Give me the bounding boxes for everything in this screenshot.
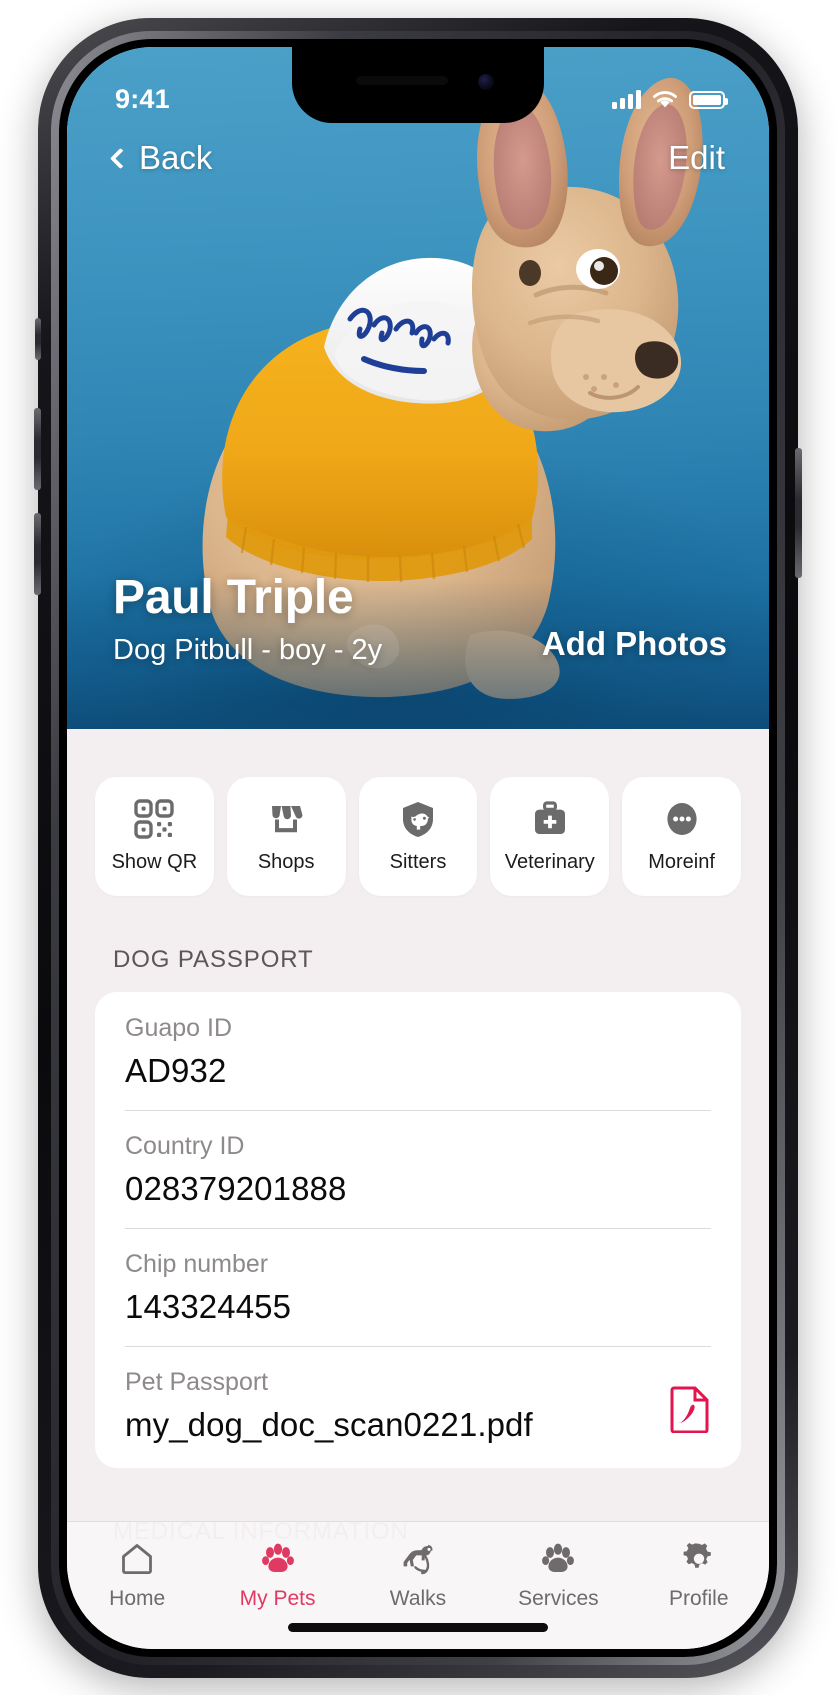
device-notch	[292, 46, 544, 123]
gear-icon	[681, 1539, 717, 1579]
tab-label: Profile	[668, 1586, 729, 1610]
quick-action-sitters[interactable]: Sitters	[358, 776, 478, 896]
tab-label: Services	[518, 1586, 599, 1610]
field-value: AD932	[125, 1051, 227, 1089]
paw-gear-icon	[540, 1539, 576, 1579]
quick-action-label: Show QR	[111, 851, 198, 873]
tab-my-pets[interactable]: My Pets	[207, 1539, 347, 1611]
edit-button[interactable]: Edit	[668, 139, 725, 177]
qr-code-icon	[133, 798, 175, 840]
volume-up-button[interactable]	[34, 407, 41, 490]
field-label: Chip number	[125, 1249, 269, 1278]
field-label: Country ID	[125, 1131, 245, 1160]
tab-label: Walks	[389, 1586, 447, 1610]
pet-identity: Paul Triple Dog Pitbull - boy - 2y	[113, 570, 383, 667]
tab-walks[interactable]: Walks	[348, 1539, 488, 1611]
quick-action-label: Moreinf	[648, 851, 715, 873]
passport-field-pet-passport[interactable]: Pet Passport my_dog_doc_scan0221.pdf	[95, 1345, 741, 1464]
chevron-left-icon	[109, 147, 132, 169]
field-value: 143324455	[125, 1287, 292, 1325]
house-icon	[119, 1539, 155, 1579]
back-button[interactable]: Back	[109, 138, 213, 177]
pet-hero-info: Paul Triple Dog Pitbull - boy - 2y Add P…	[67, 570, 769, 667]
quick-action-label: Sitters	[389, 851, 447, 873]
tab-home[interactable]: Home	[67, 1539, 207, 1611]
earpiece-speaker	[356, 75, 448, 85]
quick-action-show-qr[interactable]: Show QR	[95, 776, 214, 896]
field-value: my_dog_doc_scan0221.pdf	[125, 1405, 533, 1443]
pet-detail-content: Show QR Shops Sitters Veterinary Moreinf…	[67, 728, 769, 1649]
add-photos-button[interactable]: Add Photos	[542, 625, 727, 663]
silent-switch[interactable]	[35, 317, 41, 360]
quick-action-shops[interactable]: Shops	[226, 776, 346, 896]
pet-subtitle: Dog Pitbull - boy - 2y	[113, 633, 383, 666]
field-label: Pet Passport	[125, 1367, 269, 1396]
pdf-file-icon[interactable]	[669, 1385, 711, 1438]
quick-action-label: Veterinary	[504, 851, 595, 873]
section-title-dog-passport: DOG PASSPORT	[113, 945, 314, 973]
tab-label: My Pets	[239, 1586, 316, 1610]
hero-navigation-bar: Back Edit	[67, 139, 769, 177]
status-bar-time: 9:41	[115, 84, 170, 114]
passport-field-country-id[interactable]: Country ID 028379201888	[95, 1109, 741, 1228]
volume-down-button[interactable]	[34, 512, 41, 595]
dog-leash-icon	[398, 1539, 438, 1579]
tab-profile[interactable]: Profile	[629, 1539, 769, 1611]
home-indicator[interactable]	[288, 1622, 548, 1632]
quick-action-label: Shops	[257, 851, 315, 873]
field-label: Guapo ID	[125, 1013, 233, 1042]
ellipsis-icon	[661, 798, 703, 840]
quick-action-more-info[interactable]: Moreinf	[622, 776, 741, 896]
status-bar-indicators	[612, 90, 728, 110]
tab-services[interactable]: Services	[488, 1539, 628, 1611]
wifi-icon	[653, 90, 677, 107]
phone-device-frame: 9:41 Back Edit Paul Triple Dog Pitbull -…	[34, 17, 802, 1678]
tab-label: Home	[109, 1586, 166, 1610]
pet-hero-photo[interactable]: 9:41 Back Edit Paul Triple Dog Pitbull -…	[67, 46, 769, 729]
passport-field-guapo-id[interactable]: Guapo ID AD932	[95, 992, 741, 1110]
cellular-signal-icon	[612, 90, 641, 109]
storefront-icon	[265, 798, 307, 840]
phone-screen: 9:41 Back Edit Paul Triple Dog Pitbull -…	[67, 46, 769, 1649]
pet-name: Paul Triple	[113, 570, 354, 624]
front-camera	[478, 73, 494, 90]
phone-bezel: 9:41 Back Edit Paul Triple Dog Pitbull -…	[59, 38, 777, 1657]
quick-action-veterinary[interactable]: Veterinary	[490, 776, 610, 896]
medical-kit-icon	[529, 798, 571, 840]
shield-dog-icon	[397, 798, 439, 840]
quick-actions-row: Show QR Shops Sitters Veterinary Moreinf	[67, 729, 769, 896]
passport-field-chip-number[interactable]: Chip number 143324455	[95, 1227, 741, 1346]
battery-icon	[689, 90, 728, 109]
paw-icon	[260, 1539, 296, 1579]
back-button-label: Back	[139, 138, 213, 176]
dog-passport-card: Guapo ID AD932 Country ID 028379201888 C…	[95, 991, 741, 1468]
power-button[interactable]	[795, 447, 802, 578]
field-value: 028379201888	[125, 1169, 347, 1207]
screenshot-stage: 9:41 Back Edit Paul Triple Dog Pitbull -…	[0, 0, 836, 1695]
